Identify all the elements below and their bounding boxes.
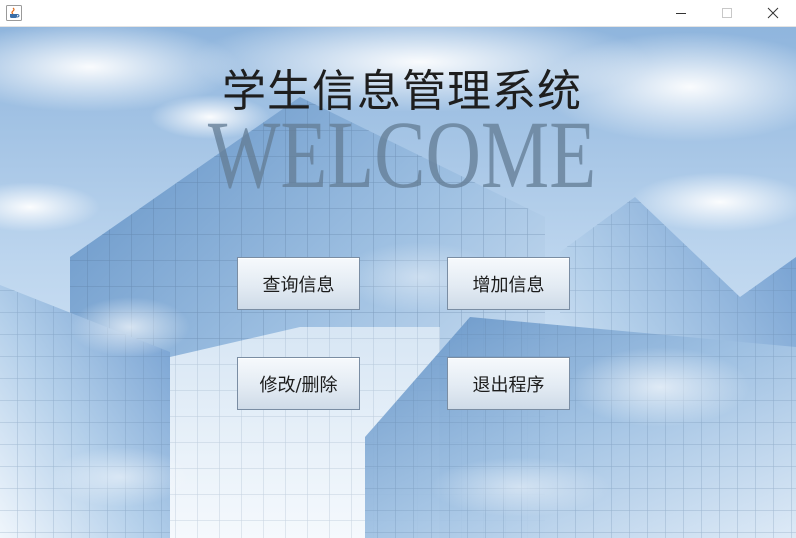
add-info-button[interactable]: 增加信息 bbox=[447, 257, 570, 310]
welcome-text: WELCOME bbox=[207, 101, 597, 208]
query-info-button[interactable]: 查询信息 bbox=[237, 257, 360, 310]
close-button[interactable] bbox=[750, 0, 796, 26]
minimize-icon bbox=[676, 13, 686, 14]
title-bar[interactable] bbox=[0, 0, 796, 27]
minimize-button[interactable] bbox=[658, 0, 704, 26]
java-cup-icon bbox=[6, 5, 22, 21]
maximize-button[interactable] bbox=[704, 0, 750, 26]
app-window: 学生信息管理系统 WELCOME 查询信息 增加信息 修改/删除 退出程序 bbox=[0, 0, 796, 538]
main-panel: 学生信息管理系统 WELCOME 查询信息 增加信息 修改/删除 退出程序 bbox=[0, 27, 796, 538]
modify-delete-button[interactable]: 修改/删除 bbox=[237, 357, 360, 410]
exit-program-button[interactable]: 退出程序 bbox=[447, 357, 570, 410]
maximize-icon bbox=[722, 8, 732, 18]
close-icon bbox=[767, 7, 779, 19]
